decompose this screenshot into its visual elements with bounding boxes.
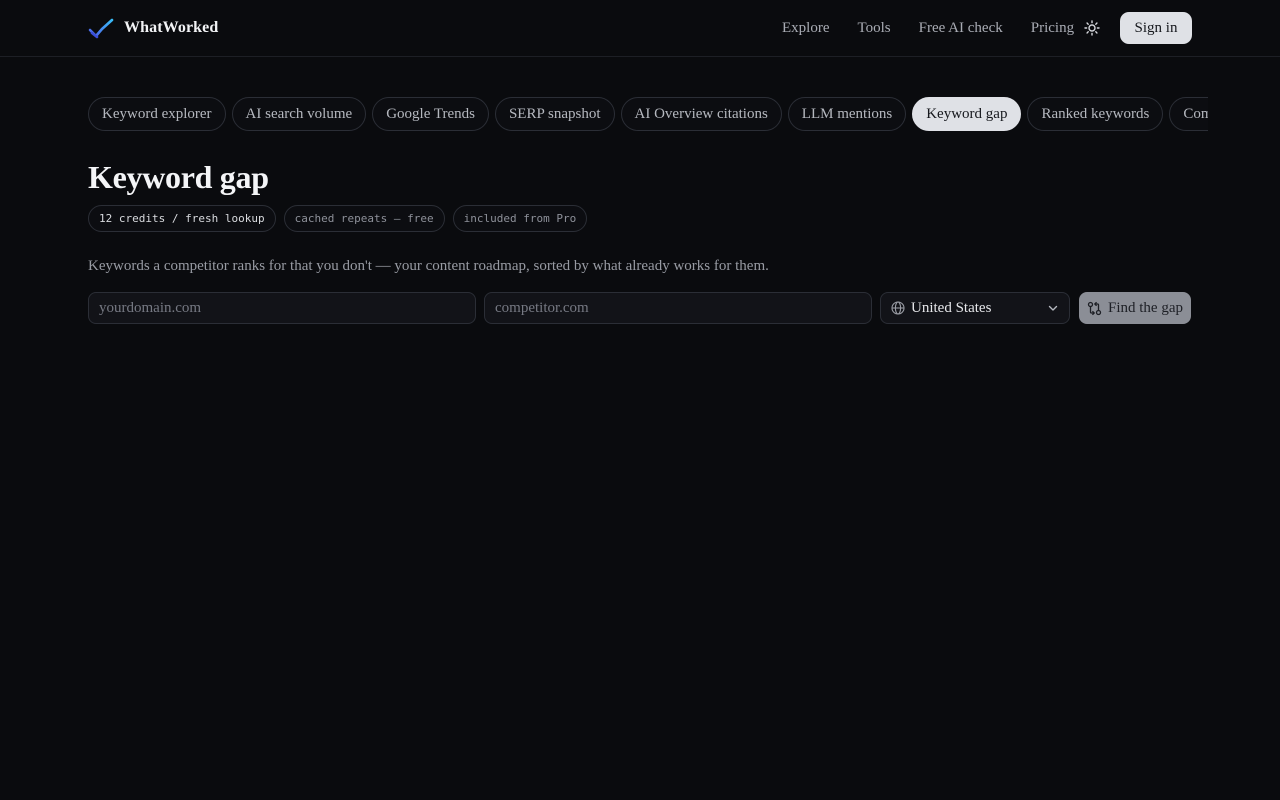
tab-ai-search-volume[interactable]: AI search volume (231, 97, 367, 131)
nav-tools[interactable]: Tools (857, 20, 890, 37)
gap-form: United States Find the gap (88, 292, 1192, 324)
tab-competitors[interactable]: Competitors (1169, 97, 1208, 131)
tab-keyword-gap[interactable]: Keyword gap (912, 97, 1022, 131)
globe-icon (891, 301, 905, 315)
country-value: United States (911, 299, 992, 316)
nav-pricing[interactable]: Pricing (1031, 20, 1074, 37)
credits-badge: 12 credits / fresh lookup (88, 205, 276, 232)
tab-google-trends[interactable]: Google Trends (372, 97, 489, 131)
trend-line-logo-icon (88, 18, 114, 39)
pricing-badges: 12 credits / fresh lookup cached repeats… (88, 205, 588, 232)
theme-toggle-button[interactable] (1082, 18, 1102, 38)
country-select[interactable]: United States (880, 292, 1070, 324)
sign-in-button[interactable]: Sign in (1120, 12, 1192, 44)
chevron-down-icon (1048, 305, 1058, 311)
sun-icon (1084, 20, 1100, 36)
plan-badge: included from Pro (452, 205, 588, 232)
brand[interactable]: WhatWorked (88, 16, 218, 40)
tab-serp-snapshot[interactable]: SERP snapshot (494, 97, 615, 131)
page-description: Keywords a competitor ranks for that you… (88, 258, 769, 274)
top-header: WhatWorked Explore Tools Free AI check P… (0, 0, 1280, 57)
cache-badge: cached repeats — free (283, 205, 445, 232)
tool-tabs: Keyword explorer AI search volume Google… (88, 97, 1208, 131)
brand-name: WhatWorked (124, 19, 219, 36)
nav-explore[interactable]: Explore (782, 20, 829, 37)
tab-keyword-explorer[interactable]: Keyword explorer (88, 97, 226, 131)
nav-free-ai-check[interactable]: Free AI check (919, 20, 1003, 37)
tab-ranked-keywords[interactable]: Ranked keywords (1027, 97, 1164, 131)
find-gap-button[interactable]: Find the gap (1079, 292, 1191, 324)
compare-icon (1087, 301, 1102, 315)
tab-ai-overview-citations[interactable]: AI Overview citations (620, 97, 782, 131)
find-gap-label: Find the gap (1108, 299, 1183, 316)
tab-llm-mentions[interactable]: LLM mentions (787, 97, 907, 131)
main-nav: Explore Tools Free AI check Pricing (782, 17, 1102, 39)
page-title: Keyword gap (88, 159, 269, 195)
your-domain-input[interactable] (88, 292, 476, 324)
competitor-domain-input[interactable] (484, 292, 872, 324)
